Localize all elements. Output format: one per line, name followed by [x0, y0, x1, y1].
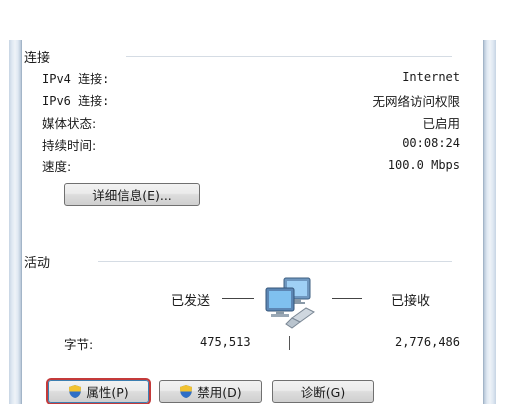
speed-label: 速度: — [42, 159, 72, 174]
duration-value: 00:08:24 — [402, 136, 460, 150]
shield-icon — [69, 385, 82, 398]
disable-button-label: 禁用(D) — [197, 385, 242, 400]
diagnose-button-label: 诊断(G) — [300, 385, 346, 400]
icon-stand-line — [289, 336, 290, 350]
bytes-label: 字节: — [64, 337, 94, 352]
details-button[interactable]: 详细信息(E)... — [64, 183, 200, 206]
window-frame-right — [483, 40, 496, 404]
media-state-label: 媒体状态: — [42, 116, 97, 131]
bytes-sent-value: 475,513 — [200, 335, 251, 349]
ipv6-label: IPv6 连接: — [42, 94, 110, 108]
duration-label: 持续时间: — [42, 138, 97, 153]
ipv6-value: 无网络访问权限 — [372, 94, 460, 109]
details-button-label: 详细信息(E)... — [92, 188, 172, 203]
disable-button[interactable]: 禁用(D) — [159, 380, 262, 403]
window-frame-left — [9, 40, 22, 404]
bytes-received-value: 2,776,486 — [394, 335, 460, 349]
activity-group-line — [98, 261, 452, 262]
media-state-value: 已启用 — [422, 116, 460, 131]
properties-button-label: 属性(P) — [86, 385, 129, 400]
shield-icon — [180, 385, 193, 398]
network-computers-icon — [262, 276, 324, 330]
received-label: 已接收 — [391, 294, 431, 309]
ipv4-label: IPv4 连接: — [42, 72, 110, 86]
diagnose-button[interactable]: 诊断(G) — [272, 380, 374, 403]
connection-group-line — [126, 56, 452, 57]
properties-button[interactable]: 属性(P) — [48, 380, 149, 403]
ipv4-value: Internet — [402, 70, 460, 84]
sent-label: 已发送 — [171, 294, 211, 309]
received-connector-line — [332, 298, 362, 299]
connection-group-title: 连接 — [24, 47, 51, 66]
sent-connector-line — [222, 298, 254, 299]
speed-value: 100.0 Mbps — [387, 158, 460, 172]
activity-group-title: 活动 — [24, 252, 51, 271]
